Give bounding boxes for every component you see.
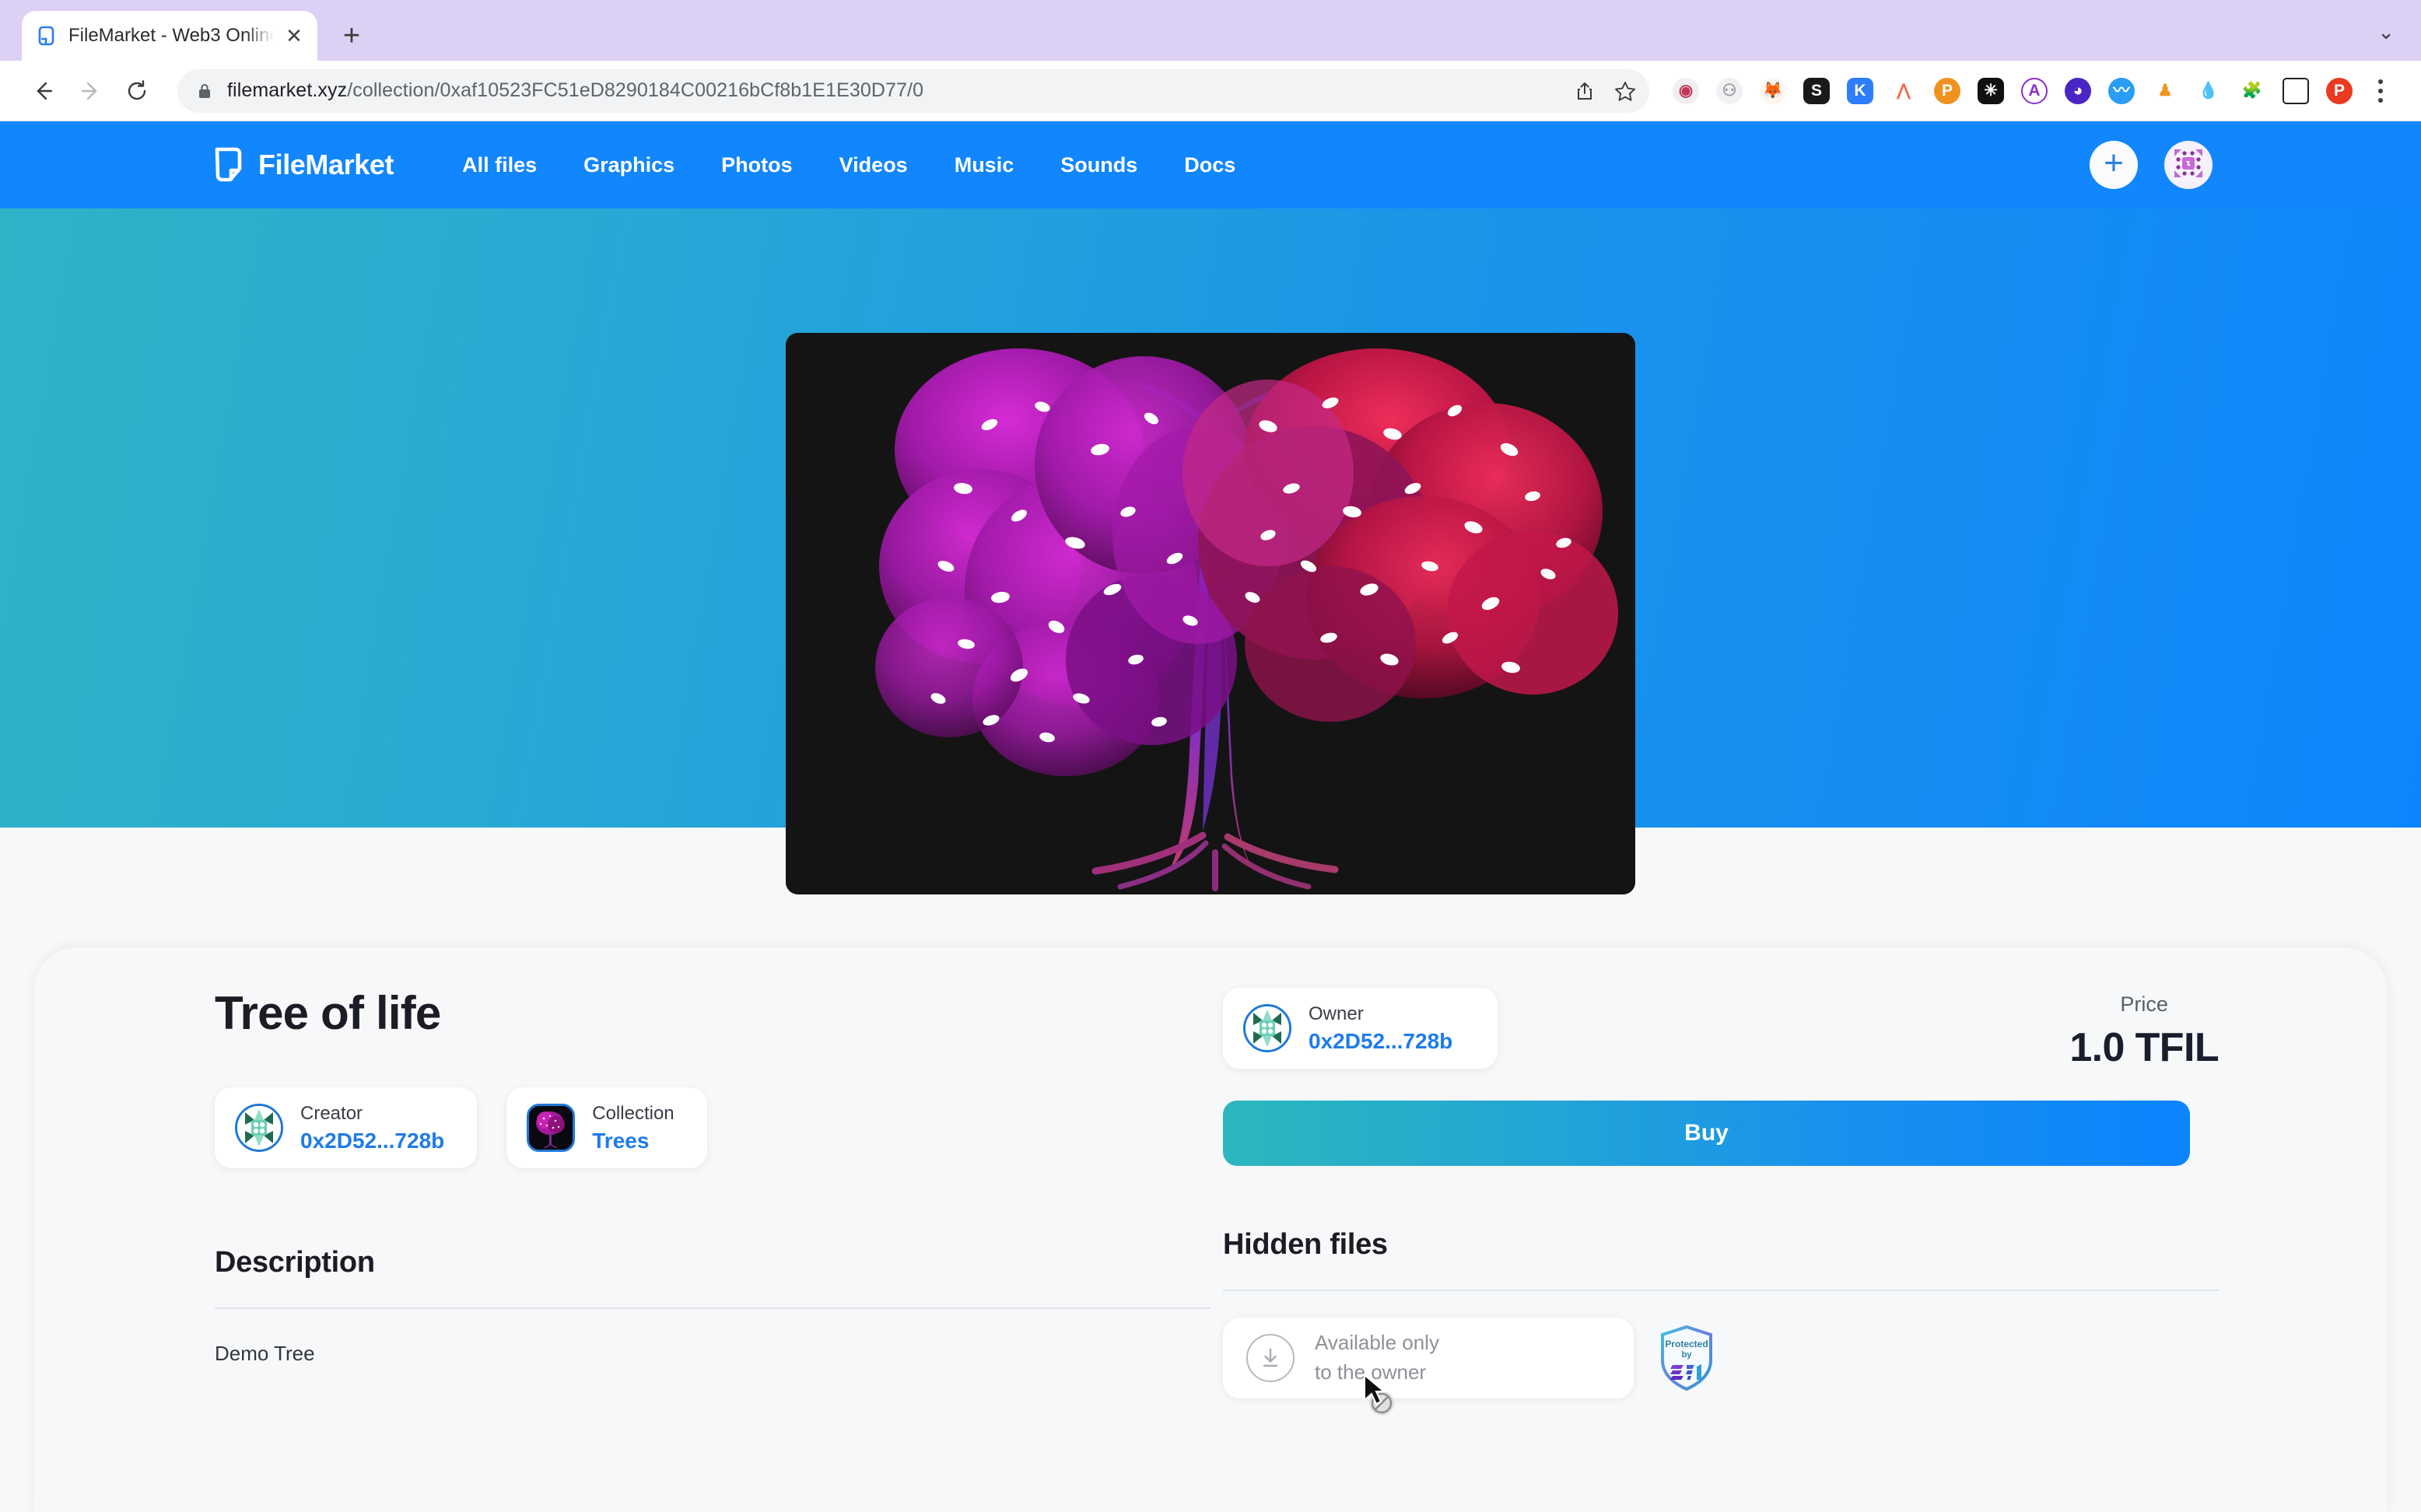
site-nav: All files Graphics Photos Videos Music S…: [439, 153, 1259, 177]
close-icon[interactable]: ✕: [285, 26, 303, 46]
collection-chip[interactable]: Collection Trees: [506, 1087, 707, 1168]
owner-identicon-icon: [1243, 1004, 1291, 1052]
create-button[interactable]: +: [2090, 141, 2138, 189]
nav-item-photos[interactable]: Photos: [698, 153, 816, 177]
site-logo[interactable]: FileMarket: [212, 146, 394, 184]
arrow-left-icon[interactable]: [20, 68, 67, 114]
url-path: /collection/0xaf10523FC51eD8290184C00216…: [347, 79, 924, 101]
svg-text:by: by: [1682, 1350, 1693, 1360]
description-divider: [215, 1307, 1210, 1309]
nav-item-all-files[interactable]: All files: [439, 153, 560, 177]
phantom-extension-icon[interactable]: S: [1796, 70, 1838, 112]
price-block: Price 1.0 TFIL: [2069, 988, 2219, 1071]
header-actions: +: [2090, 141, 2213, 189]
browser-window: FileMarket - Web3 Online Shop ✕ + ⌄: [0, 0, 2421, 1512]
share-icon[interactable]: [1573, 79, 1596, 103]
chevron-down-icon[interactable]: ⌄: [2377, 20, 2395, 44]
extension-toolbar: ◉ ⚇ 🦊 S K ⋀ P ✳ A ◕ 〰 ♟ 💧 🧩 P: [1663, 69, 2401, 113]
hidden-files-divider: [1223, 1290, 2219, 1291]
details-right-column: Owner 0x2D52...728b Price 1.0 TFIL Buy H…: [1223, 988, 2220, 1398]
side-panel-icon[interactable]: [2275, 70, 2317, 112]
browser-toolbar: filemarket.xyz/collection/0xaf10523FC51e…: [0, 61, 2421, 121]
nav-item-graphics[interactable]: Graphics: [560, 153, 698, 177]
pontem-extension-icon[interactable]: P: [1926, 70, 1968, 112]
tab-strip: FileMarket - Web3 Online Shop ✕ + ⌄: [0, 0, 2421, 61]
download-icon: [1246, 1334, 1295, 1382]
keplr-extension-icon[interactable]: K: [1839, 70, 1881, 112]
collection-caption: Collection: [592, 1102, 674, 1124]
petra-extension-icon[interactable]: ◕: [2057, 70, 2099, 112]
hidden-files-heading: Hidden files: [1223, 1228, 1388, 1261]
details-left-column: Tree of life Creator 0x2D52...728b Colle…: [215, 988, 1210, 1366]
owner-price-row: Owner 0x2D52...728b Price 1.0 TFIL: [1223, 988, 2220, 1071]
description-section: Description Demo Tree: [215, 1246, 1210, 1366]
address-bar-url: filemarket.xyz/collection/0xaf10523FC51e…: [227, 79, 923, 102]
creator-identicon-icon: [235, 1104, 283, 1152]
sui-wallet-extension-icon[interactable]: 〰: [2100, 70, 2142, 112]
argent-extension-icon[interactable]: ⋀: [1883, 70, 1925, 112]
description-body: Demo Tree: [215, 1342, 315, 1365]
creator-address[interactable]: 0x2D52...728b: [300, 1127, 444, 1154]
water-extension-icon[interactable]: 💧: [2188, 70, 2230, 112]
owner-chip[interactable]: Owner 0x2D52...728b: [1223, 988, 1498, 1069]
url-host: filemarket.xyz: [227, 79, 348, 101]
site-logo-text: FileMarket: [258, 149, 394, 180]
extensions-puzzle-icon[interactable]: 🧩: [2231, 70, 2273, 112]
incognito-agent-extension-icon[interactable]: ⚇: [1708, 70, 1750, 112]
hero-banner: FileMarket All files Graphics Photos Vid…: [0, 121, 2421, 894]
plus-icon: +: [2104, 144, 2124, 182]
owner-address[interactable]: 0x2D52...728b: [1309, 1027, 1452, 1055]
hidden-file-line-1: Available only: [1315, 1331, 1439, 1355]
new-tab-button[interactable]: +: [330, 14, 373, 58]
nav-item-sounds[interactable]: Sounds: [1037, 153, 1161, 177]
page-title: Tree of life: [215, 987, 441, 1039]
braavos-extension-icon[interactable]: ✳: [1970, 70, 2012, 112]
address-bar[interactable]: filemarket.xyz/collection/0xaf10523FC51e…: [177, 68, 1649, 113]
nav-item-videos[interactable]: Videos: [816, 153, 931, 177]
creator-chip[interactable]: Creator 0x2D52...728b: [215, 1087, 478, 1168]
collection-thumbnail: [527, 1104, 576, 1152]
description-heading: Description: [215, 1246, 375, 1279]
buy-button[interactable]: Buy: [1223, 1101, 2190, 1166]
fingerprint-extension-icon[interactable]: ◉: [1665, 70, 1707, 112]
martian-extension-icon[interactable]: ♟: [2144, 70, 2186, 112]
page-viewport: FileMarket All files Graphics Photos Vid…: [0, 121, 2421, 1512]
owner-caption: Owner: [1309, 1003, 1364, 1024]
filemarket-logo-icon: [212, 146, 244, 184]
site-header: FileMarket All files Graphics Photos Vid…: [0, 121, 2421, 208]
account-avatar[interactable]: [2164, 141, 2213, 189]
hidden-files-section: Hidden files Available only to the owner…: [1223, 1228, 2219, 1398]
metamask-extension-icon[interactable]: 🦊: [1752, 70, 1794, 112]
reload-icon[interactable]: [114, 68, 160, 114]
nav-item-docs[interactable]: Docs: [1161, 153, 1259, 177]
nav-item-music[interactable]: Music: [931, 153, 1038, 177]
attribution-chips: Creator 0x2D52...728b Collection Trees: [215, 1087, 1210, 1168]
artwork-preview[interactable]: [786, 333, 1635, 894]
price-caption: Price: [2120, 992, 2168, 1016]
omnibox-actions: [1573, 69, 1637, 113]
kebab-menu-icon[interactable]: [2360, 69, 2401, 113]
protected-by-eft-badge: Protected by: [1659, 1325, 1715, 1391]
collection-name[interactable]: Trees: [592, 1127, 674, 1154]
hidden-file-card[interactable]: Available only to the owner: [1223, 1318, 1634, 1398]
tab-title: FileMarket - Web3 Online Shop: [68, 25, 274, 46]
svg-text:Protected: Protected: [1665, 1339, 1708, 1349]
star-icon[interactable]: [1613, 79, 1637, 103]
account-identicon-icon: [2170, 144, 2207, 186]
browser-tab[interactable]: FileMarket - Web3 Online Shop ✕: [22, 11, 317, 61]
profile-avatar-icon[interactable]: P: [2318, 70, 2360, 112]
filemarket-page-icon: [36, 25, 58, 47]
aptos-extension-icon[interactable]: A: [2013, 70, 2055, 112]
lock-icon: [194, 81, 215, 101]
creator-caption: Creator: [300, 1102, 363, 1124]
arrow-right-icon[interactable]: [67, 68, 114, 114]
tree-of-life-artwork: [786, 333, 1635, 894]
hidden-file-line-2: to the owner: [1315, 1360, 1427, 1384]
details-panel: Tree of life Creator 0x2D52...728b Colle…: [34, 947, 2387, 1512]
price-value: 1.0 TFIL: [2069, 1025, 2219, 1070]
